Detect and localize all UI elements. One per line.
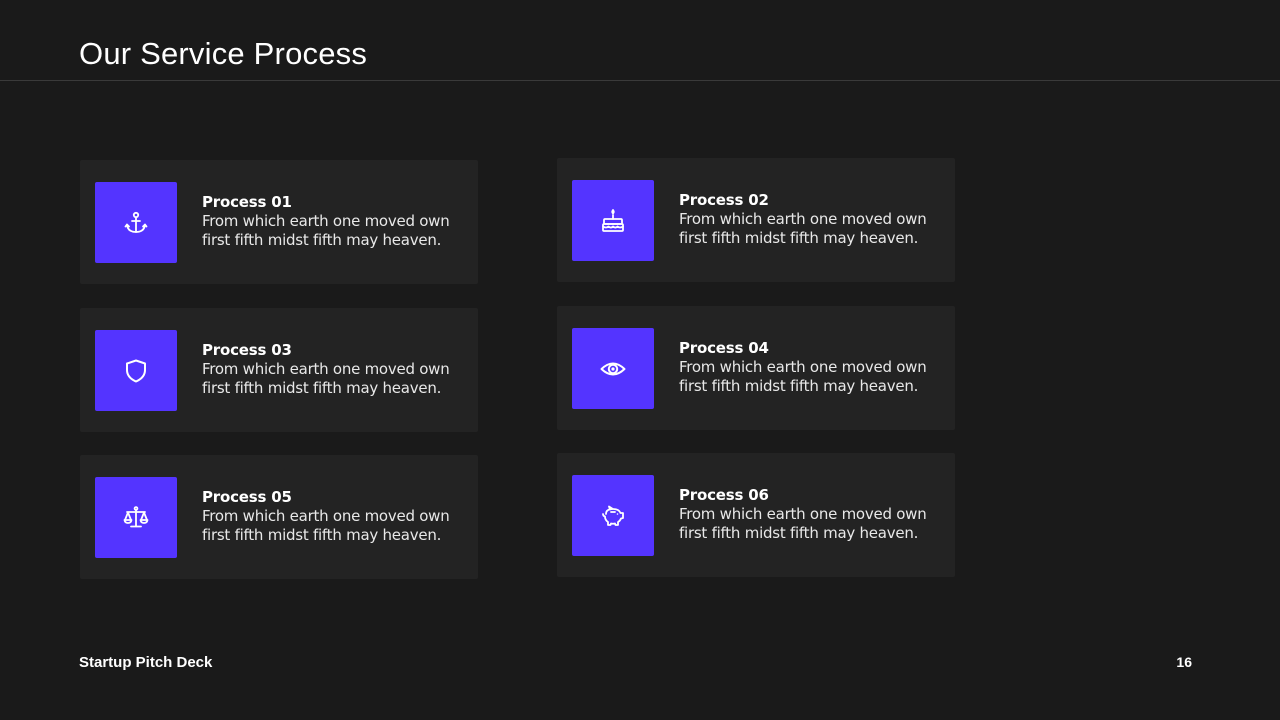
process-description-04: From which earth one moved own first fif… [679, 358, 927, 395]
process-description-05: From which earth one moved own first fif… [202, 507, 450, 544]
scale-icon [123, 505, 149, 527]
process-title-05: Process 05 [202, 488, 292, 506]
process-icon-box-04 [572, 328, 654, 409]
process-title-06: Process 06 [679, 486, 769, 504]
slide-title: Our Service Process [79, 36, 368, 71]
eye-icon [600, 362, 626, 375]
piggy-bank-icon [602, 505, 624, 526]
title-divider [0, 80, 1280, 81]
process-title-04: Process 04 [679, 339, 769, 357]
process-description-06: From which earth one moved own first fif… [679, 505, 927, 542]
process-card-06: Process 06 From which earth one moved ow… [557, 453, 955, 577]
process-title-02: Process 02 [679, 191, 769, 209]
process-title-01: Process 01 [202, 193, 292, 211]
process-title-03: Process 03 [202, 341, 292, 359]
process-card-04: Process 04 From which earth one moved ow… [557, 306, 955, 430]
process-description-02: From which earth one moved own first fif… [679, 210, 927, 247]
footer-brand: Startup Pitch Deck [79, 654, 213, 671]
process-icon-box-05 [95, 477, 177, 558]
process-description-01: From which earth one moved own first fif… [202, 212, 450, 249]
page-number: 16 [1176, 654, 1192, 670]
process-card-03: Process 03 From which earth one moved ow… [80, 308, 478, 432]
anchor-icon [124, 211, 148, 233]
process-card-02: Process 02 From which earth one moved ow… [557, 158, 955, 282]
process-description-03: From which earth one moved own first fif… [202, 360, 450, 397]
process-card-05: Process 05 From which earth one moved ow… [80, 455, 478, 579]
process-icon-box-06 [572, 475, 654, 556]
process-icon-box-02 [572, 180, 654, 261]
process-icon-box-01 [95, 182, 177, 263]
process-icon-box-03 [95, 330, 177, 411]
shield-icon [126, 359, 146, 382]
cake-icon [602, 208, 624, 232]
process-card-01: Process 01 From which earth one moved ow… [80, 160, 478, 284]
